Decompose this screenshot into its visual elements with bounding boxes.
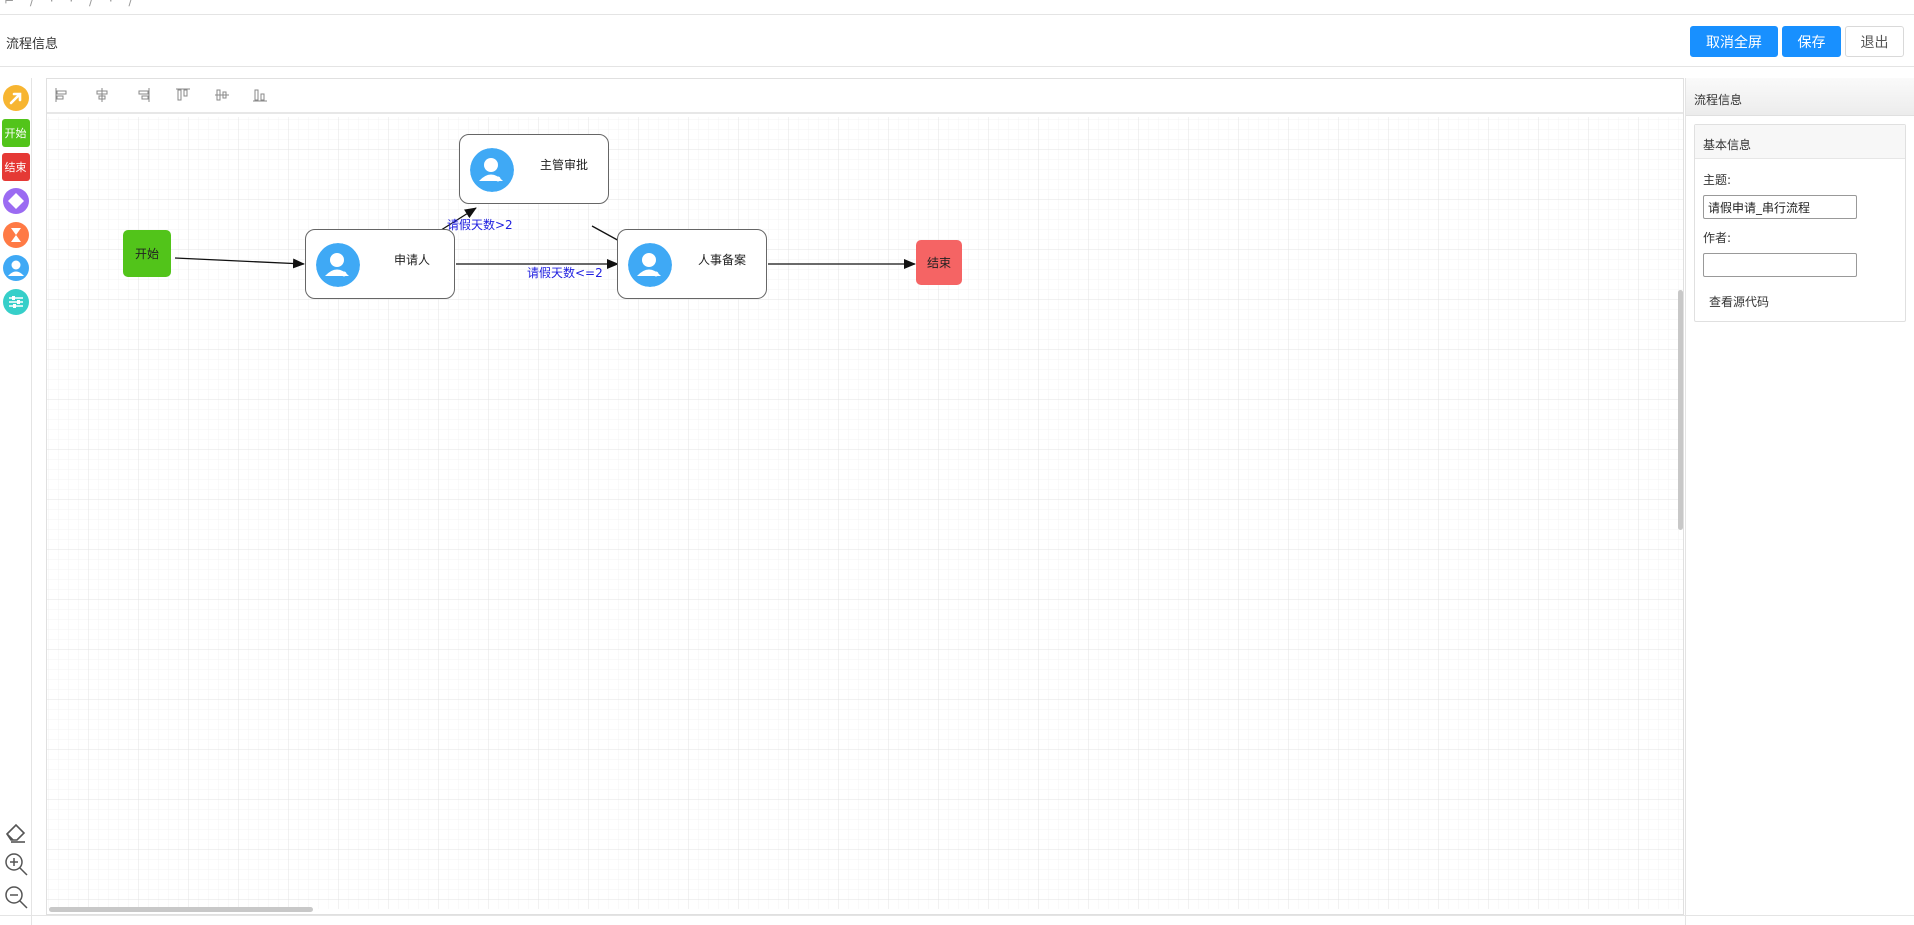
zoom-in-icon	[4, 852, 28, 876]
vertical-scrollbar[interactable]	[1678, 290, 1683, 530]
flow-canvas[interactable]: 开始 申请人 主管审批 人事备案 结束 请假天数>2 请假天数<=2	[46, 78, 1684, 915]
start-tool-label: 开始	[1, 118, 30, 147]
zoom-in-button[interactable]	[1, 849, 30, 878]
user-avatar-icon	[628, 243, 672, 287]
eraser-tool[interactable]	[1, 816, 30, 845]
fork-tool[interactable]	[1, 220, 30, 249]
user-avatar-icon	[470, 148, 514, 192]
view-source-button[interactable]: 查看源代码	[1709, 293, 1769, 310]
bottom-divider	[0, 915, 1914, 916]
user-avatar-icon	[316, 243, 360, 287]
arrow-up-right-icon	[2, 84, 29, 111]
align-right-icon[interactable]	[135, 87, 151, 103]
align-middle-icon[interactable]	[214, 87, 230, 103]
author-label: 作者:	[1703, 231, 1732, 245]
align-top-icon[interactable]	[175, 87, 191, 103]
subprocess-tool[interactable]	[1, 287, 30, 316]
align-toolbar	[47, 79, 1683, 109]
pointer-tool[interactable]	[1, 83, 30, 112]
basic-info-card: 基本信息 主题: 作者: 查看源代码	[1694, 124, 1906, 322]
left-toolbar: 开始 结束	[0, 78, 32, 925]
zoom-out-icon	[4, 885, 28, 909]
panel-title: 流程信息	[1686, 78, 1914, 116]
exit-button[interactable]: 退出	[1845, 26, 1904, 57]
task-label: 申请人	[394, 253, 431, 267]
end-tool-label: 结束	[1, 152, 30, 181]
cancel-fullscreen-button[interactable]: 取消全屏	[1690, 26, 1778, 57]
task-node-supervisor[interactable]: 主管审批	[459, 134, 609, 204]
author-input[interactable]	[1703, 253, 1857, 277]
sliders-icon	[2, 288, 29, 315]
subject-label: 主题:	[1703, 173, 1732, 187]
top-strip-fragment: ⌐ / · · / · /	[4, 0, 139, 8]
task-label: 人事备案	[698, 253, 747, 267]
task-label: 主管审批	[540, 158, 589, 172]
header: 流程信息 取消全屏 保存 退出	[0, 15, 1914, 67]
align-bottom-icon[interactable]	[252, 87, 268, 103]
page-title: 流程信息	[6, 37, 59, 52]
task-tool[interactable]	[1, 253, 30, 282]
task-node-applicant[interactable]: 申请人	[305, 229, 455, 299]
save-button[interactable]: 保存	[1782, 26, 1841, 57]
horizontal-scrollbar[interactable]	[49, 907, 313, 912]
align-left-icon[interactable]	[54, 87, 70, 103]
end-node[interactable]: 结束	[916, 240, 962, 285]
eraser-icon	[5, 823, 25, 843]
canvas-grid	[47, 112, 1683, 909]
gateway-tool[interactable]	[1, 186, 30, 215]
top-strip: ⌐ / · · / · /	[0, 0, 1914, 15]
diamond-icon	[2, 187, 29, 214]
align-center-icon[interactable]	[94, 87, 110, 103]
hourglass-icon	[2, 221, 29, 248]
end-tool[interactable]: 结束	[1, 152, 30, 181]
start-node[interactable]: 开始	[123, 230, 171, 277]
edge-label-days-lte-2: 请假天数<=2	[527, 266, 603, 280]
user-icon	[2, 254, 29, 281]
start-tool[interactable]: 开始	[1, 118, 30, 147]
basic-info-title: 基本信息	[1695, 125, 1905, 159]
subject-input[interactable]	[1703, 195, 1857, 219]
zoom-out-button[interactable]	[1, 882, 30, 911]
edge-label-days-gt-2: 请假天数>2	[447, 218, 513, 232]
task-node-hr[interactable]: 人事备案	[617, 229, 767, 299]
properties-panel: 流程信息 基本信息 主题: 作者: 查看源代码	[1685, 78, 1914, 925]
